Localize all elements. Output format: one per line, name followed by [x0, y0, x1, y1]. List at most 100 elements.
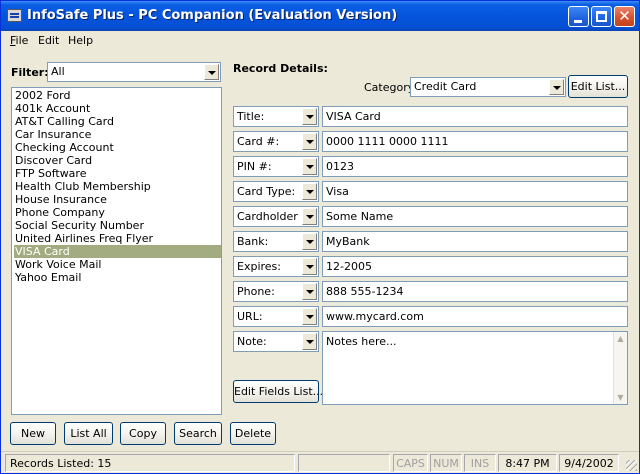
maximize-button[interactable] — [591, 6, 612, 27]
chevron-down-icon[interactable] — [302, 208, 317, 225]
filter-dropdown[interactable]: All — [47, 62, 221, 82]
list-item[interactable]: United Airlines Freq Flyer — [14, 232, 221, 245]
minimize-icon — [574, 20, 582, 23]
field-value: VISA Card — [326, 110, 381, 123]
list-item[interactable]: VISA Card — [14, 245, 221, 258]
status-pane-empty — [298, 454, 390, 472]
field-value: 12-2005 — [326, 260, 372, 273]
field-label-dropdown[interactable]: PIN #: — [233, 156, 319, 177]
menu-help[interactable]: Help — [68, 34, 93, 47]
list-item[interactable]: 2002 Ford — [14, 89, 221, 102]
field-value-input[interactable]: MyBank — [322, 231, 628, 252]
field-value: 888 555-1234 — [326, 285, 404, 298]
app-window: InfoSafe Plus - PC Companion (Evaluation… — [0, 0, 640, 474]
search-button[interactable]: Search — [174, 422, 222, 445]
minimize-button[interactable] — [568, 6, 589, 27]
menu-file[interactable]: File — [10, 34, 28, 47]
list-item[interactable]: AT&T Calling Card — [14, 115, 221, 128]
category-dropdown[interactable]: Credit Card — [410, 77, 566, 97]
records-listed-status: Records Listed: 15 — [5, 454, 295, 472]
scroll-up-icon[interactable]: ▲ — [614, 332, 627, 345]
field-value-input[interactable]: Some Name — [322, 206, 628, 227]
field-label: Bank: — [237, 235, 269, 248]
new-button[interactable]: New — [10, 422, 56, 445]
list-item[interactable]: Checking Account — [14, 141, 221, 154]
window-title: InfoSafe Plus - PC Companion (Evaluation… — [27, 8, 398, 23]
field-label-dropdown[interactable]: Note: — [233, 331, 319, 352]
field-label-dropdown[interactable]: Bank: — [233, 231, 319, 252]
field-label-dropdown[interactable]: Card Type: — [233, 181, 319, 202]
menu-file-label: ile — [15, 34, 29, 47]
chevron-down-icon[interactable] — [549, 79, 564, 95]
status-time: 8:47 PM — [498, 454, 557, 472]
chevron-down-icon[interactable] — [302, 133, 317, 150]
app-icon[interactable] — [7, 9, 22, 22]
list-item[interactable]: Social Security Number — [14, 219, 221, 232]
field-label: URL: — [237, 310, 263, 323]
chevron-down-icon[interactable] — [204, 64, 219, 80]
field-value: MyBank — [326, 235, 370, 248]
field-value-input[interactable]: 12-2005 — [322, 256, 628, 277]
filter-label: Filter: — [11, 66, 49, 79]
chevron-down-icon[interactable] — [302, 333, 317, 350]
field-label: Expires: — [237, 260, 281, 273]
delete-button[interactable]: Delete — [230, 422, 276, 445]
notes-scrollbar[interactable]: ▲ ▼ — [613, 332, 627, 404]
field-label-dropdown[interactable]: Expires: — [233, 256, 319, 277]
chevron-down-icon[interactable] — [302, 158, 317, 175]
chevron-down-icon[interactable] — [302, 283, 317, 300]
chevron-down-icon[interactable] — [302, 308, 317, 325]
edit-list-button[interactable]: Edit List... — [568, 75, 628, 98]
caps-indicator: CAPS — [393, 454, 428, 472]
field-value-input[interactable]: VISA Card — [322, 106, 628, 127]
record-details-heading: Record Details: — [233, 62, 328, 75]
list-item[interactable]: House Insurance — [14, 193, 221, 206]
list-item[interactable]: FTP Software — [14, 167, 221, 180]
list-item[interactable]: Phone Company — [14, 206, 221, 219]
list-item[interactable]: 401k Account — [14, 102, 221, 115]
field-label-dropdown[interactable]: Phone: — [233, 281, 319, 302]
field-value-input[interactable]: 888 555-1234 — [322, 281, 628, 302]
field-value: 0000 1111 0000 1111 — [326, 135, 449, 148]
list-item[interactable]: Car Insurance — [14, 128, 221, 141]
field-value: www.mycard.com — [326, 310, 424, 323]
field-label: Title: — [237, 110, 265, 123]
edit-fields-list-button[interactable]: Edit Fields List... — [233, 380, 323, 403]
field-value-input[interactable]: 0123 — [322, 156, 628, 177]
list-item[interactable]: Work Voice Mail — [14, 258, 221, 271]
field-label-dropdown[interactable]: URL: — [233, 306, 319, 327]
list-item[interactable]: Health Club Membership — [14, 180, 221, 193]
status-bar: Records Listed: 15 CAPS NUM INS 8:47 PM … — [1, 451, 639, 473]
menu-edit[interactable]: Edit — [38, 34, 59, 47]
list-item[interactable]: Discover Card — [14, 154, 221, 167]
field-value-input[interactable]: Visa — [322, 181, 628, 202]
copy-button[interactable]: Copy — [120, 422, 166, 445]
close-button[interactable]: ✕ — [614, 6, 635, 27]
title-bar[interactable]: InfoSafe Plus - PC Companion (Evaluation… — [1, 1, 639, 31]
scroll-down-icon[interactable]: ▼ — [614, 391, 627, 404]
field-label: Card #: — [237, 135, 280, 148]
chevron-down-icon[interactable] — [302, 233, 317, 250]
notes-value: Notes here... — [326, 335, 397, 348]
list-item[interactable]: Yahoo Email — [14, 271, 221, 284]
field-label-dropdown[interactable]: Title: — [233, 106, 319, 127]
resize-grip-icon[interactable] — [626, 460, 637, 471]
field-label: Card Type: — [237, 185, 296, 198]
chevron-down-icon[interactable] — [302, 183, 317, 200]
chevron-down-icon[interactable] — [302, 258, 317, 275]
maximize-icon — [596, 11, 607, 22]
field-label: Note: — [237, 335, 267, 348]
chevron-down-icon[interactable] — [302, 108, 317, 125]
field-label-dropdown[interactable]: Cardholder — [233, 206, 319, 227]
notes-textarea[interactable]: Notes here... ▲ ▼ — [322, 331, 628, 405]
field-value: Some Name — [326, 210, 394, 223]
field-value: Visa — [326, 185, 349, 198]
list-all-button[interactable]: List All — [64, 422, 113, 445]
field-value-input[interactable]: www.mycard.com — [322, 306, 628, 327]
field-value-input[interactable]: 0000 1111 0000 1111 — [322, 131, 628, 152]
field-label-dropdown[interactable]: Card #: — [233, 131, 319, 152]
records-list[interactable]: 2002 Ford 401k Account AT&T Calling Card Ca… — [11, 87, 222, 415]
menu-bar: File Edit Help — [1, 31, 639, 51]
ins-indicator: INS — [464, 454, 496, 472]
field-label: Cardholder — [237, 210, 298, 223]
